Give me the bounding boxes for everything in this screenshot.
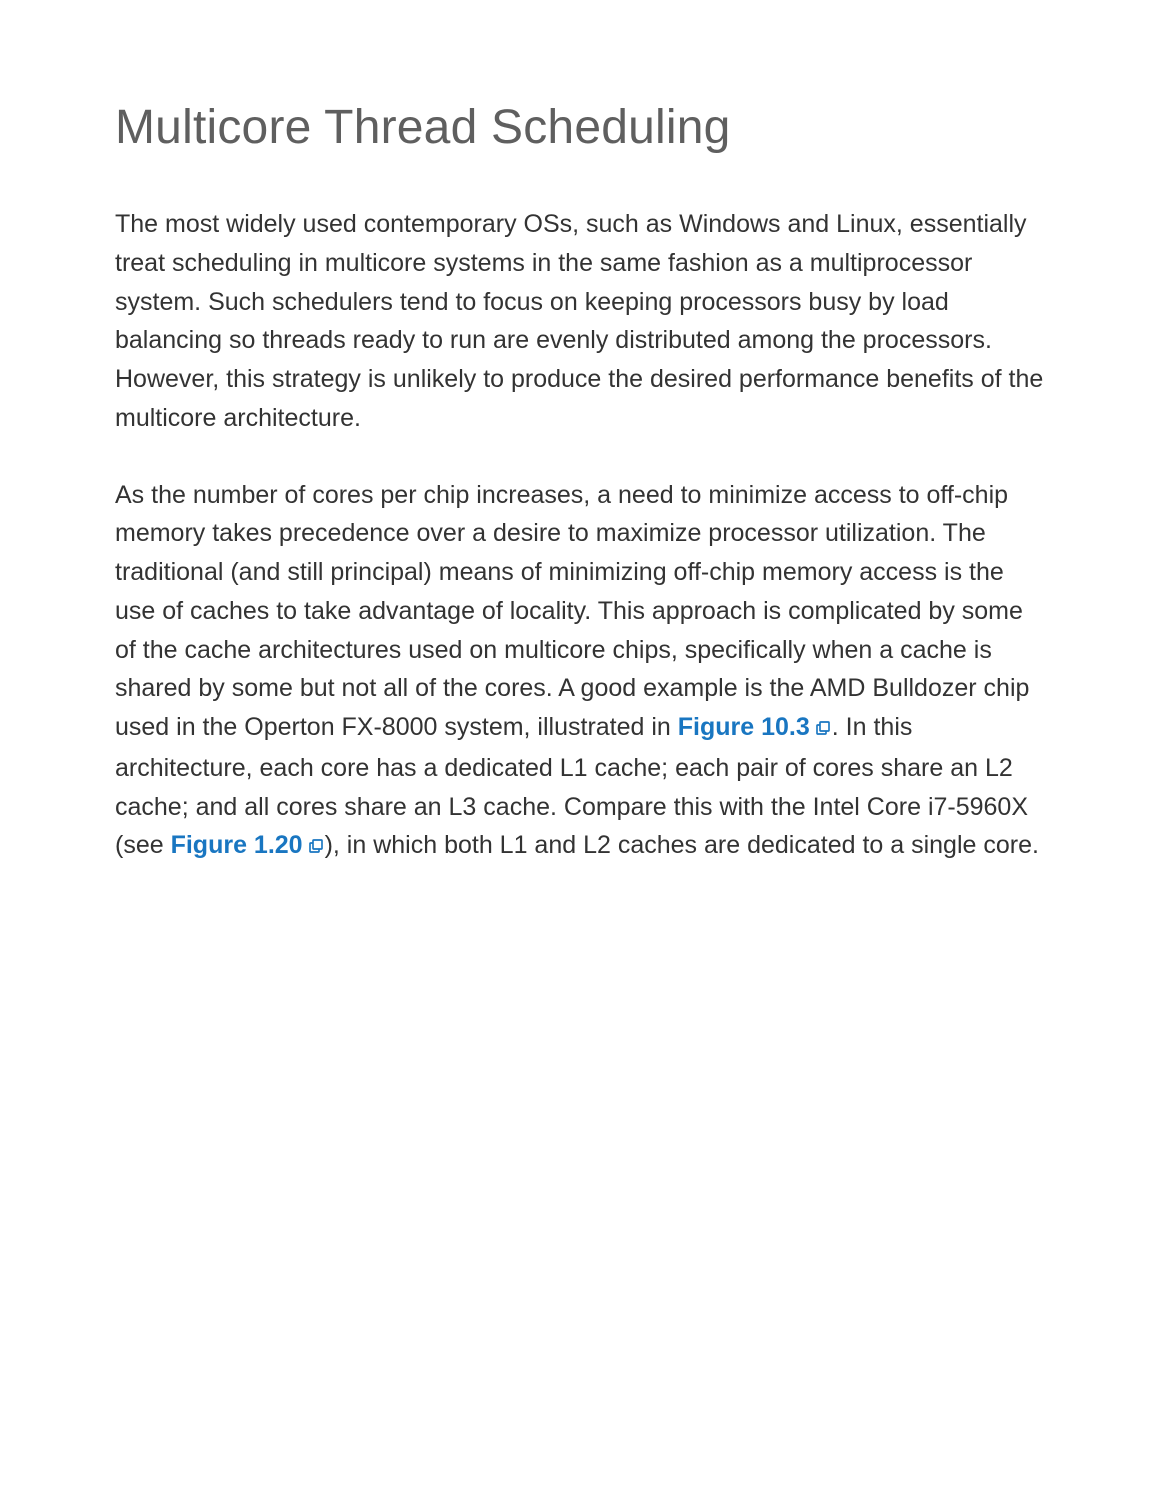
paragraph-2-part-1: As the number of cores per chip increase… bbox=[115, 481, 1029, 742]
paragraph-2-part-3: ), in which both L1 and L2 caches are de… bbox=[325, 831, 1039, 859]
page-title: Multicore Thread Scheduling bbox=[115, 100, 1044, 155]
popup-icon bbox=[307, 828, 325, 867]
figure-1-20-link-text: Figure 1.20 bbox=[171, 831, 303, 859]
popup-icon bbox=[814, 710, 832, 749]
paragraph-1: The most widely used contemporary OSs, s… bbox=[115, 205, 1044, 438]
paragraph-2: As the number of cores per chip increase… bbox=[115, 476, 1044, 868]
figure-10-3-link[interactable]: Figure 10.3 bbox=[678, 713, 832, 741]
figure-1-20-link[interactable]: Figure 1.20 bbox=[171, 831, 325, 859]
figure-10-3-link-text: Figure 10.3 bbox=[678, 713, 810, 741]
document-page: Multicore Thread Scheduling The most wid… bbox=[0, 0, 1159, 867]
